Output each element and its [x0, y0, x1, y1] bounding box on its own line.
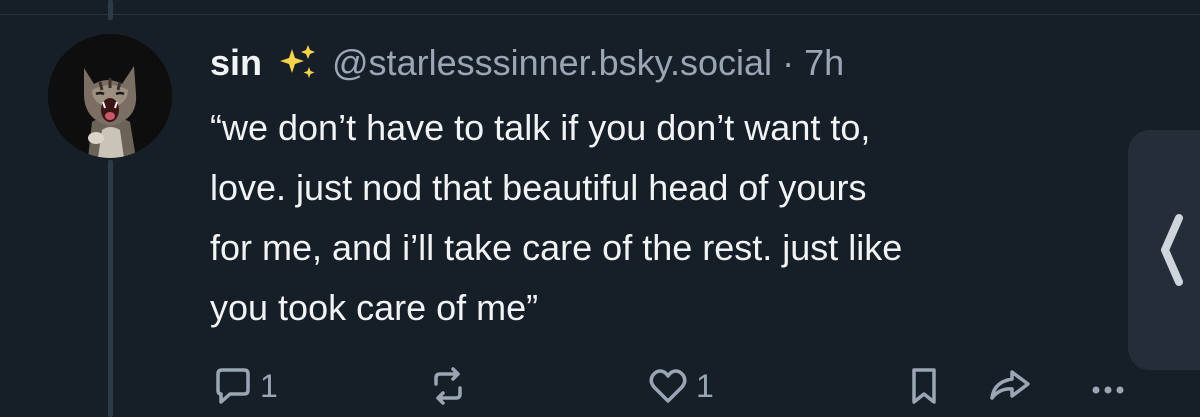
author-handle[interactable]: @starlesssinner.bsky.social: [332, 42, 772, 84]
post-text-line: for me, and i’ll take care of the rest. …: [210, 227, 903, 268]
thread-line: [108, 160, 113, 417]
like-icon: [649, 369, 687, 403]
avatar[interactable]: [48, 34, 172, 158]
reply-count: 1: [260, 367, 278, 404]
post-text-line: you took care of me”: [210, 287, 539, 328]
post-text-line: “we don’t have to talk if you don’t want…: [210, 107, 871, 148]
bookmark-icon: [912, 368, 936, 404]
more-button[interactable]: [1086, 364, 1130, 408]
reply-icon: [216, 368, 250, 404]
like-button[interactable]: 1: [646, 364, 714, 408]
reply-button[interactable]: 1: [210, 364, 278, 408]
avatar-cat-image: [48, 34, 172, 158]
repost-button[interactable]: [426, 364, 470, 408]
share-icon: [990, 370, 1030, 400]
sparkles-icon: [276, 43, 320, 83]
top-divider: [0, 14, 1200, 15]
post-text: “we don’t have to talk if you don’t want…: [210, 98, 1130, 338]
chevron-left-icon: [1161, 214, 1183, 286]
repost-icon: [434, 367, 462, 405]
side-panel-handle[interactable]: [1128, 130, 1200, 370]
post-header: sin @starlesssinner.bsky.social · 7h: [210, 40, 844, 86]
post-text-line: love. just nod that beautiful head of yo…: [210, 167, 867, 208]
more-icon: [1092, 386, 1124, 394]
thread-line-top: [108, 0, 113, 20]
author-display-name[interactable]: sin: [210, 42, 262, 84]
post-actions: 1 1: [210, 364, 1200, 414]
post-timestamp[interactable]: 7h: [804, 42, 844, 84]
header-separator: ·: [782, 42, 795, 83]
share-button[interactable]: [986, 364, 1034, 408]
like-count: 1: [696, 367, 714, 404]
bookmark-button[interactable]: [902, 364, 946, 408]
